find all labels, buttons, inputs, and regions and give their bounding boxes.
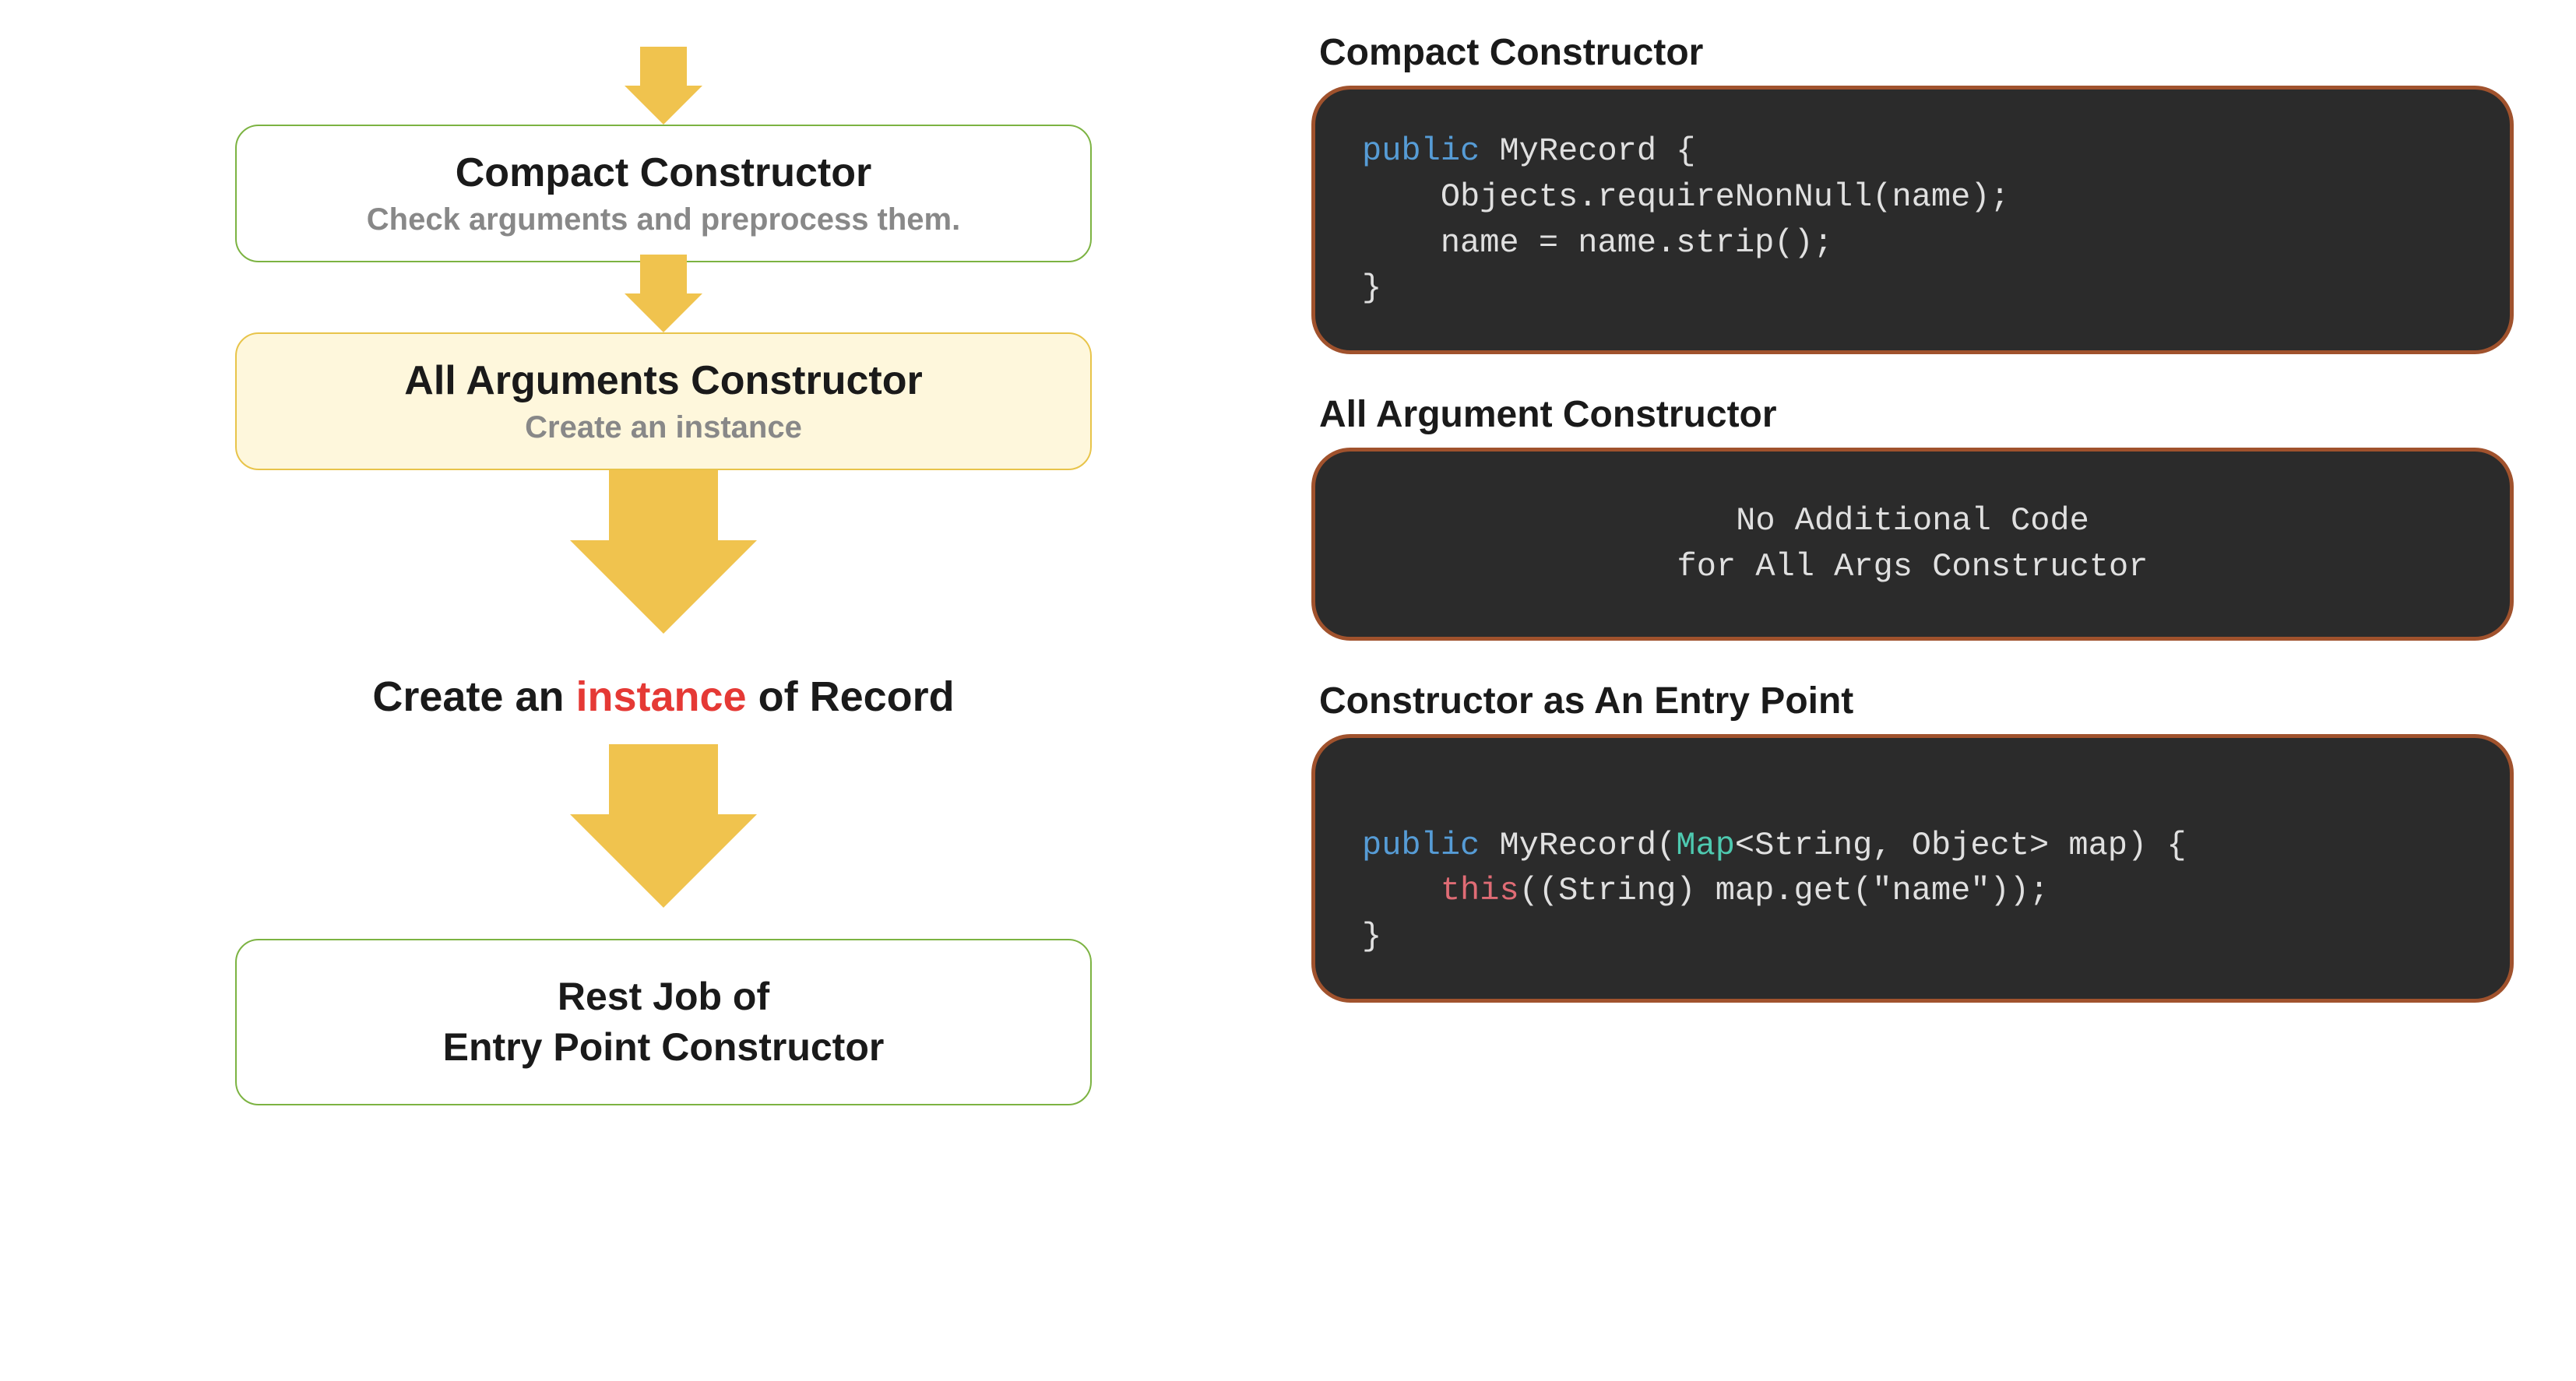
code-text: No Additional Code xyxy=(1736,502,2089,539)
code-text: MyRecord( xyxy=(1480,827,1676,864)
type-map: Map xyxy=(1676,827,1735,864)
instance-suffix: of Record xyxy=(747,673,955,720)
instance-prefix: Create an xyxy=(372,673,575,720)
allarg-code-block: No Additional Code for All Args Construc… xyxy=(1311,448,2514,641)
keyword-this: this xyxy=(1441,872,1519,909)
compact-title: Compact Constructor xyxy=(276,149,1051,196)
arrow-down-icon xyxy=(625,293,702,332)
code-text: ((String) map.get("name")); xyxy=(1519,872,2050,909)
allarg-code-heading: All Argument Constructor xyxy=(1319,393,2514,436)
rest-line1: Rest Job of xyxy=(276,972,1051,1022)
entry-code-heading: Constructor as An Entry Point xyxy=(1319,680,2514,722)
compact-code-heading: Compact Constructor xyxy=(1319,31,2514,74)
code-column: Compact Constructor public MyRecord { Ob… xyxy=(1311,31,2514,1350)
flowchart-column: Compact Constructor Check arguments and … xyxy=(62,31,1265,1350)
code-text: name = name.strip(); xyxy=(1362,224,1833,262)
code-section-entry: Constructor as An Entry Point public MyR… xyxy=(1311,680,2514,1003)
code-section-allarg: All Argument Constructor No Additional C… xyxy=(1311,393,2514,641)
code-section-compact: Compact Constructor public MyRecord { Ob… xyxy=(1311,31,2514,354)
keyword-public: public xyxy=(1362,132,1480,170)
code-text: MyRecord { xyxy=(1480,132,1695,170)
flow-box-compact: Compact Constructor Check arguments and … xyxy=(235,125,1092,262)
compact-code-block: public MyRecord { Objects.requireNonNull… xyxy=(1311,86,2514,354)
arrow-down-big-icon xyxy=(570,814,757,908)
instance-text: Create an instance of Record xyxy=(372,673,954,721)
rest-line2: Entry Point Constructor xyxy=(276,1022,1051,1073)
code-text: for All Args Constructor xyxy=(1677,548,2148,585)
code-text: <String, Object> map) { xyxy=(1735,827,2187,864)
code-text: Objects.requireNonNull(name); xyxy=(1362,178,2010,216)
arrow-down-icon xyxy=(625,86,702,125)
instance-highlight: instance xyxy=(576,673,747,720)
big-arrow-wrapper-2 xyxy=(570,744,757,908)
flow-box-rest: Rest Job of Entry Point Constructor xyxy=(235,939,1092,1105)
compact-subtitle: Check arguments and preprocess them. xyxy=(276,202,1051,237)
flow-box-allargs: All Arguments Constructor Create an inst… xyxy=(235,332,1092,470)
allargs-title: All Arguments Constructor xyxy=(276,357,1051,404)
big-arrow-wrapper xyxy=(570,470,757,634)
arrow-down-big-icon xyxy=(570,540,757,634)
code-text: } xyxy=(1362,269,1381,307)
entry-code-block: public MyRecord(Map<String, Object> map)… xyxy=(1311,734,2514,1003)
allargs-subtitle: Create an instance xyxy=(276,410,1051,445)
keyword-public: public xyxy=(1362,827,1480,864)
code-indent xyxy=(1362,872,1441,909)
code-text: } xyxy=(1362,918,1381,955)
